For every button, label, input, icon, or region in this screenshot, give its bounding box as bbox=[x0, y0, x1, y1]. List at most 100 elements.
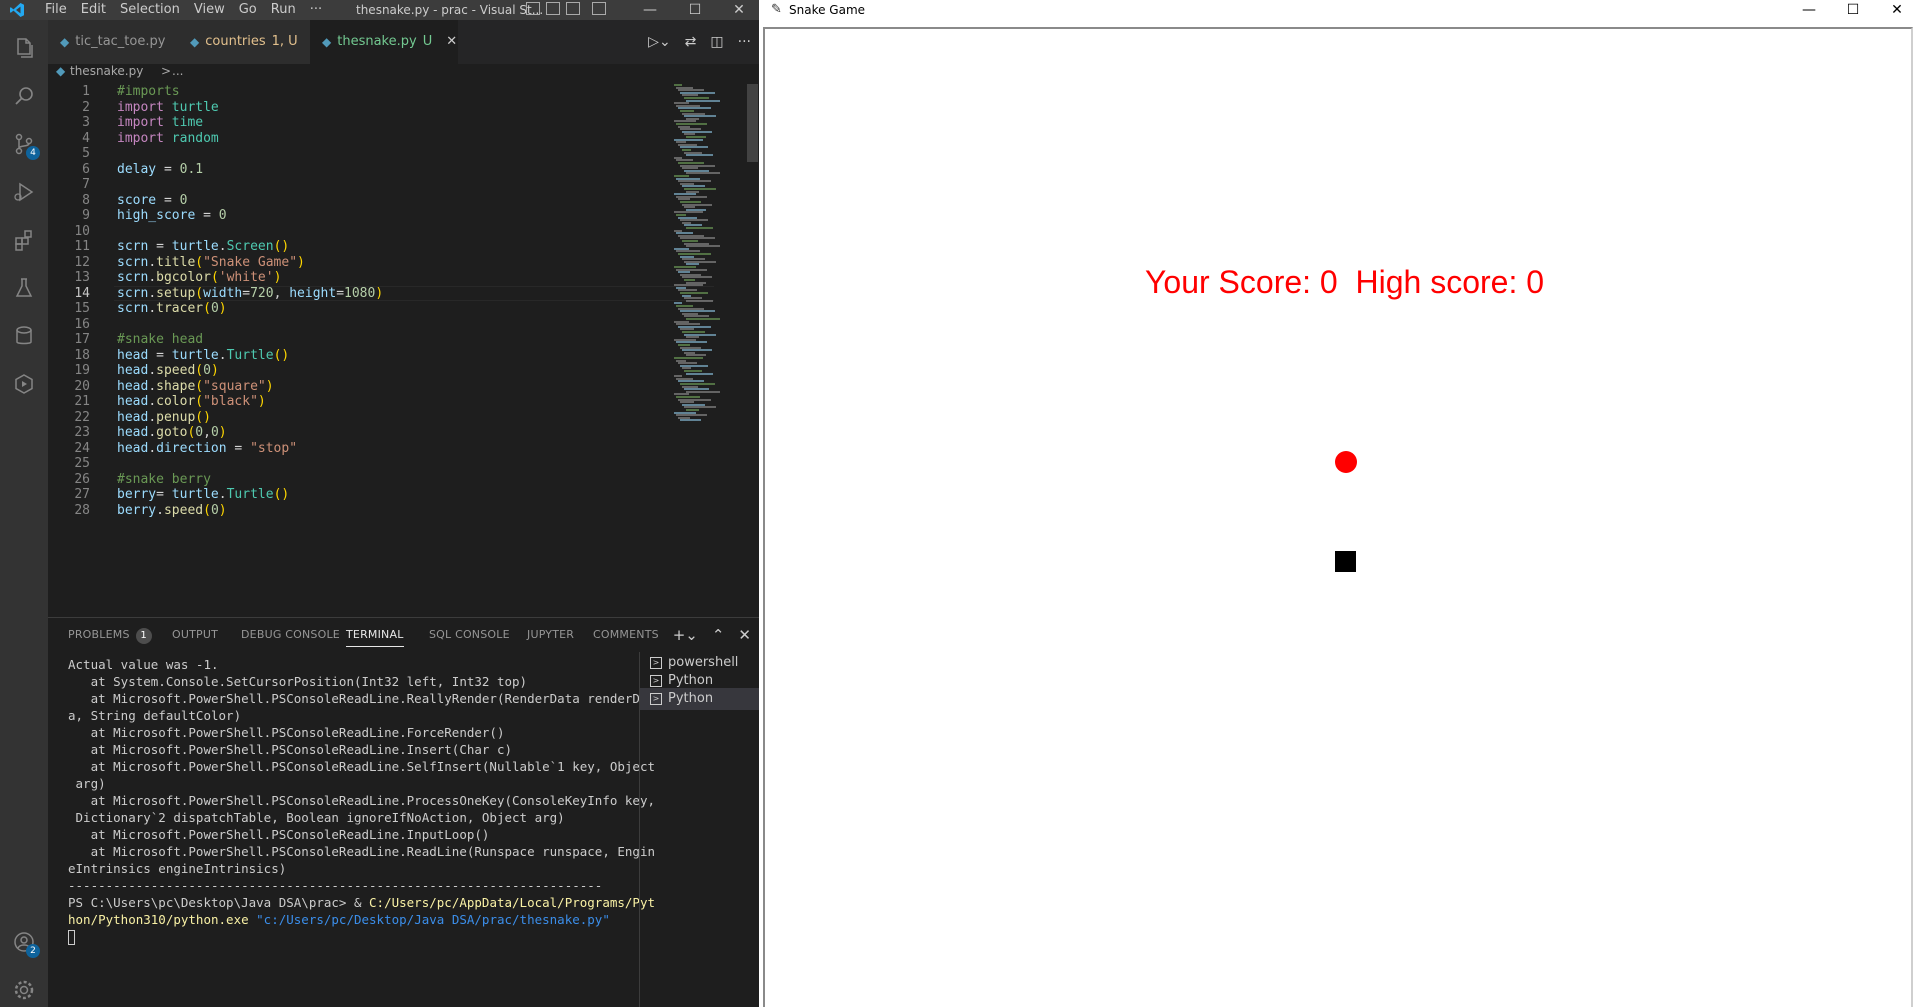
game-canvas[interactable]: Your Score: 0 High score: 0 bbox=[763, 27, 1913, 1007]
snake-minimize-button[interactable]: — bbox=[1787, 0, 1831, 20]
line-number: 19 bbox=[74, 363, 90, 378]
vscode-titlebar: File Edit Selection View Go Run ··· thes… bbox=[0, 0, 759, 20]
tab-countries[interactable]: ◆ countries 1, U bbox=[178, 20, 310, 64]
terminal-line: Actual value was -1. bbox=[68, 657, 219, 672]
tab-debug-console[interactable]: DEBUG CONSOLE bbox=[241, 628, 340, 641]
settings-gear-icon[interactable] bbox=[10, 976, 38, 1004]
terminal-icon: > bbox=[650, 675, 662, 687]
terminal-cursor bbox=[68, 930, 75, 945]
snake-close-button[interactable]: ✕ bbox=[1875, 0, 1919, 20]
close-panel-icon[interactable]: ✕ bbox=[738, 626, 751, 644]
new-terminal-icon[interactable]: +⌄ bbox=[673, 626, 698, 644]
tk-feather-icon: ✎ bbox=[771, 2, 782, 17]
toggle-panel-icon[interactable] bbox=[546, 2, 560, 15]
close-button[interactable]: ✕ bbox=[719, 0, 759, 20]
python-file-icon: ◆ bbox=[60, 35, 70, 49]
tab-jupyter[interactable]: JUPYTER bbox=[527, 628, 574, 641]
minimap[interactable] bbox=[674, 84, 746, 424]
more-actions-icon[interactable]: ··· bbox=[738, 34, 751, 50]
bottom-panel: PROBLEMS 1 OUTPUT DEBUG CONSOLE TERMINAL … bbox=[48, 617, 759, 1007]
code-text: head.direction = "stop" bbox=[117, 440, 298, 456]
tab-tic-tac-toe[interactable]: ◆ tic_tac_toe.py bbox=[48, 20, 178, 64]
minimap-line bbox=[686, 299, 713, 302]
menu-file[interactable]: File bbox=[38, 2, 74, 18]
terminal-line: Dictionary`2 dispatchTable, Boolean igno… bbox=[68, 810, 565, 825]
terminal-line: at Microsoft.PowerShell.PSConsoleReadLin… bbox=[68, 793, 655, 808]
terminal-item-python-2[interactable]: > Python bbox=[640, 688, 759, 710]
code-text: import turtle bbox=[117, 99, 219, 115]
minimap-line bbox=[686, 99, 720, 102]
maximize-panel-icon[interactable]: ⌃ bbox=[712, 626, 725, 644]
maximize-button[interactable]: ☐ bbox=[675, 0, 715, 20]
minimize-button[interactable]: — bbox=[630, 0, 670, 20]
close-tab-icon[interactable]: ✕ bbox=[446, 20, 457, 64]
panel-actions: +⌄ ⌃ ✕ bbox=[673, 626, 751, 644]
snake-head bbox=[1335, 551, 1356, 572]
line-number: 17 bbox=[74, 332, 90, 347]
terminal-command-path-cont: hon/Python310/python.exe bbox=[68, 912, 249, 927]
line-number: 23 bbox=[74, 425, 90, 440]
snake-window-title: Snake Game bbox=[789, 3, 866, 17]
python-file-icon: ◆ bbox=[56, 64, 66, 78]
line-number: 12 bbox=[74, 254, 90, 270]
source-control-icon[interactable]: 4 bbox=[10, 130, 40, 160]
terminal-icon: > bbox=[650, 693, 662, 705]
tab-comments[interactable]: COMMENTS bbox=[593, 628, 659, 641]
menu-bar: File Edit Selection View Go Run ··· bbox=[38, 2, 329, 18]
terminal-output[interactable]: Actual value was -1. at System.Console.S… bbox=[68, 656, 668, 1001]
terminal-line: at Microsoft.PowerShell.PSConsoleReadLin… bbox=[68, 759, 655, 774]
minimap-line bbox=[686, 372, 713, 375]
source-control-badge: 4 bbox=[26, 146, 40, 160]
code-text: scrn.tracer(0) bbox=[117, 301, 227, 316]
editor-scrollbar[interactable] bbox=[746, 84, 759, 617]
tab-label: thesnake.py bbox=[337, 34, 417, 49]
snake-berry bbox=[1335, 451, 1357, 473]
snake-maximize-button[interactable]: ☐ bbox=[1831, 0, 1875, 20]
line-number: 11 bbox=[74, 239, 90, 254]
menu-view[interactable]: View bbox=[187, 2, 232, 18]
tab-output[interactable]: OUTPUT bbox=[172, 628, 218, 641]
menu-more[interactable]: ··· bbox=[303, 2, 329, 18]
remote-explorer-icon[interactable] bbox=[10, 370, 38, 398]
snake-titlebar: ✎ Snake Game — ☐ ✕ bbox=[763, 0, 1919, 20]
tab-problems[interactable]: PROBLEMS 1 bbox=[68, 628, 152, 644]
code-text: #snake berry bbox=[117, 471, 211, 487]
run-debug-icon[interactable] bbox=[10, 178, 38, 206]
menu-edit[interactable]: Edit bbox=[74, 2, 113, 18]
minimap-line bbox=[686, 245, 720, 248]
menu-go[interactable]: Go bbox=[232, 2, 264, 18]
customize-layout-icon[interactable] bbox=[592, 2, 606, 15]
line-number: 22 bbox=[74, 409, 90, 425]
line-number: 14 bbox=[74, 285, 90, 301]
run-python-icon[interactable]: ▷⌄ bbox=[648, 34, 671, 50]
explorer-icon[interactable] bbox=[10, 34, 38, 62]
code-text: score = 0 bbox=[117, 192, 188, 208]
toggle-sidebar-icon[interactable] bbox=[526, 2, 540, 15]
extensions-icon[interactable] bbox=[10, 226, 38, 254]
editor-tabs: ◆ tic_tac_toe.py ◆ countries 1, U ◆ thes… bbox=[48, 20, 759, 64]
tab-sql-console[interactable]: SQL CONSOLE bbox=[429, 628, 510, 641]
tab-thesnake[interactable]: ◆ thesnake.py U ✕ bbox=[310, 20, 458, 64]
minimap-line bbox=[680, 419, 701, 422]
search-icon[interactable] bbox=[10, 82, 38, 110]
terminal-line: ----------------------------------------… bbox=[68, 878, 603, 893]
terminal-line: at Microsoft.PowerShell.PSConsoleReadLin… bbox=[68, 725, 505, 740]
open-changes-icon[interactable]: ⇄ bbox=[685, 34, 697, 50]
minimap-line bbox=[686, 154, 713, 157]
tab-terminal[interactable]: TERMINAL bbox=[346, 628, 404, 647]
split-editor-icon[interactable]: ◫ bbox=[710, 34, 723, 50]
toggle-secondary-sidebar-icon[interactable] bbox=[566, 2, 580, 15]
menu-selection[interactable]: Selection bbox=[113, 2, 187, 18]
menu-run[interactable]: Run bbox=[264, 2, 303, 18]
code-editor[interactable]: 1 #imports 2 import turtle 3 import time 4 impo… bbox=[48, 84, 759, 617]
terminal-cursor-line bbox=[68, 928, 668, 945]
breadcrumb-symbol[interactable]: ... bbox=[172, 64, 183, 78]
scrollbar-thumb[interactable] bbox=[747, 84, 758, 162]
terminal-command-line: hon/Python310/python.exe "c:/Users/pc/De… bbox=[68, 911, 668, 928]
python-file-icon: ◆ bbox=[190, 35, 200, 49]
terminal-list: > powershell > Python > Python bbox=[639, 652, 759, 1007]
breadcrumb-file[interactable]: thesnake.py bbox=[70, 64, 143, 78]
database-icon[interactable] bbox=[10, 322, 38, 350]
testing-icon[interactable] bbox=[10, 274, 38, 302]
accounts-icon[interactable]: 2 bbox=[10, 928, 40, 958]
